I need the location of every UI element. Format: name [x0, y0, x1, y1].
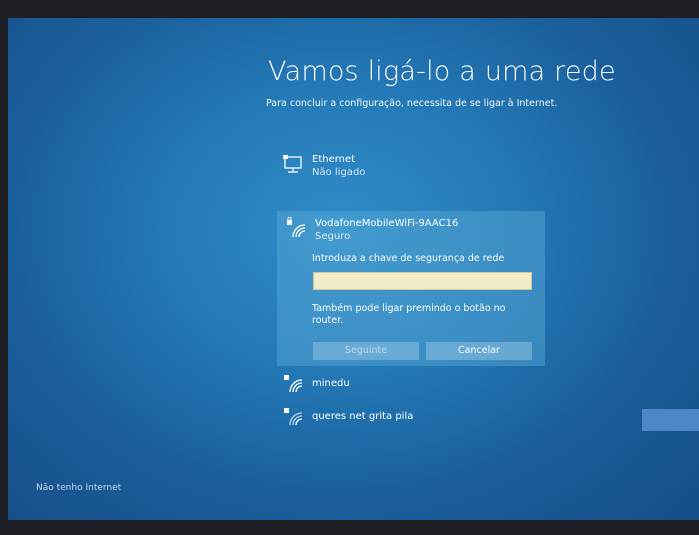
- network-status: Seguro: [315, 231, 351, 242]
- setup-screen: Vamos ligá-lo a uma rede Para concluir a…: [8, 18, 699, 520]
- side-next-button[interactable]: [642, 409, 699, 431]
- network-item-ethernet[interactable]: Ethernet Não ligado: [282, 153, 365, 179]
- next-button[interactable]: Seguinte: [313, 342, 419, 360]
- network-name: minedu: [312, 378, 350, 389]
- network-item-selected[interactable]: VodafoneMobileWiFi-9AAC16 Seguro Introdu…: [277, 211, 545, 366]
- network-name: VodafoneMobileWiFi-9AAC16: [315, 218, 459, 229]
- security-key-label: Introduza a chave de segurança de rede: [312, 253, 505, 264]
- wifi-secure-icon: [287, 217, 306, 238]
- network-item-queres-net[interactable]: queres net grita pila: [282, 405, 413, 427]
- network-status: Não ligado: [312, 167, 366, 178]
- ethernet-icon: [283, 155, 302, 173]
- network-name: Ethernet: [312, 154, 356, 165]
- network-name: queres net grita pila: [312, 411, 414, 422]
- security-key-input[interactable]: [313, 272, 532, 290]
- network-item-minedu[interactable]: minedu: [282, 372, 350, 394]
- wifi-secure-icon: [284, 375, 303, 393]
- no-internet-link[interactable]: Não tenho Internet: [36, 483, 121, 493]
- page-subtitle: Para concluir a configuração, necessita …: [266, 98, 558, 109]
- wifi-secure-icon: [284, 408, 303, 426]
- wps-hint-text: Também pode ligar premindo o botão no ro…: [312, 303, 506, 326]
- page-title: Vamos ligá-lo a uma rede: [268, 56, 616, 87]
- cancel-button[interactable]: Cancelar: [426, 342, 532, 360]
